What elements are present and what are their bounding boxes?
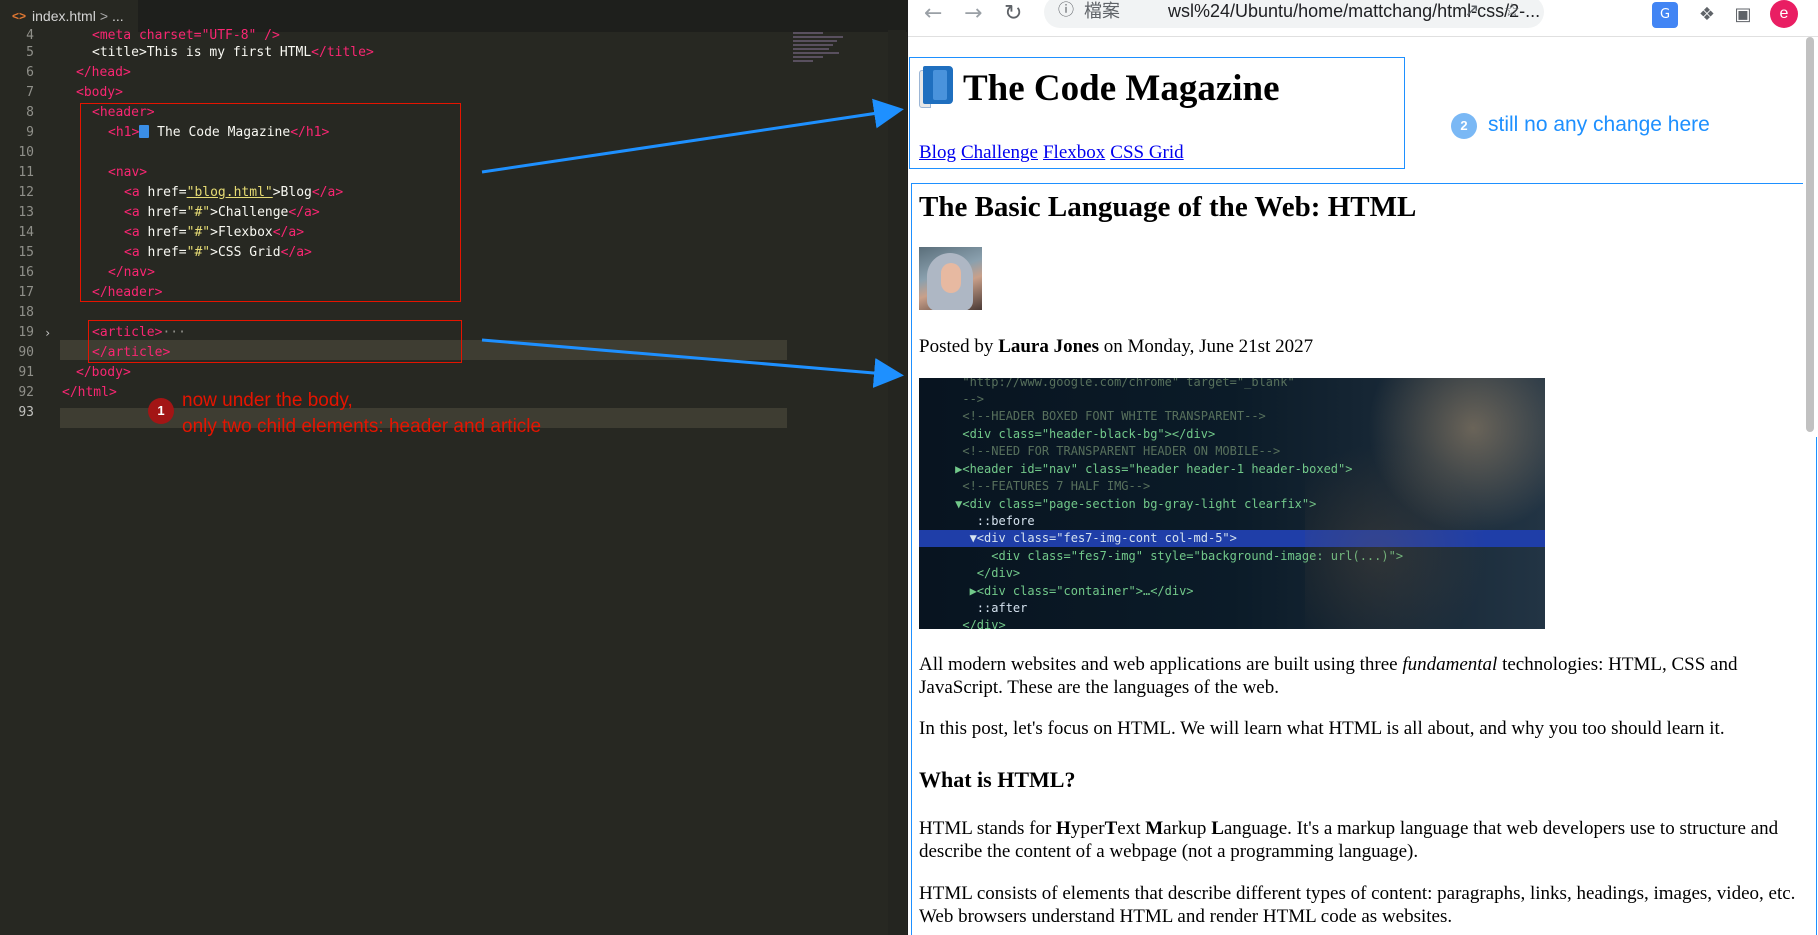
article-title: The Basic Language of the Web: HTML [919, 191, 1417, 223]
info-icon[interactable]: ⓘ [1058, 0, 1074, 26]
image-bokeh [1305, 378, 1545, 629]
line-number: 6 [26, 65, 34, 80]
code-line[interactable]: 5 <title>This is my first HTML</title> [0, 43, 907, 63]
p1-emphasis: fundamental [1402, 654, 1498, 675]
book-icon [919, 66, 953, 108]
code-text: This is my first HTML [146, 45, 312, 60]
line-number: 12 [18, 185, 34, 200]
code-line[interactable]: 6 </head> [0, 63, 907, 83]
article-code-image: "http://www.google.com/chrome" target="_… [919, 378, 1545, 629]
line-number: 93 [18, 405, 34, 420]
code-tag: </body> [76, 365, 131, 380]
breadcrumb-more[interactable]: ... [112, 8, 124, 24]
nav-link-css-grid[interactable]: CSS Grid [1110, 142, 1183, 163]
line-number: 18 [18, 305, 34, 320]
annotation-line: only two child elements: header and arti… [182, 416, 542, 437]
code-tag: <body> [76, 85, 123, 100]
reload-icon[interactable]: ↻ [1004, 0, 1022, 28]
line-number: 17 [18, 285, 34, 300]
editor-scrollbar[interactable] [888, 30, 906, 935]
author-name: Laura Jones [998, 336, 1100, 357]
line-number: 15 [18, 245, 34, 260]
profile-avatar[interactable]: e [1770, 0, 1798, 28]
address-bar[interactable]: ⓘ 檔案 wsl%24/Ubuntu/home/mattchang/html-c… [1044, 0, 1544, 28]
star-icon[interactable]: ☆ [1499, 0, 1525, 24]
rendered-page: The Code Magazine Blog Challenge Flexbox CS… [908, 37, 1818, 935]
line-number: 14 [18, 225, 34, 240]
note-badge-2: 2 [1451, 113, 1477, 139]
code-tag: </title> [311, 45, 374, 60]
header-highlight-box [80, 103, 461, 302]
minimap[interactable] [793, 30, 885, 80]
line-number: 8 [26, 105, 34, 120]
line-number: 16 [18, 265, 34, 280]
line-number: 5 [26, 45, 34, 60]
fold-chevron-icon[interactable]: › [44, 323, 51, 343]
annotation-line: now under the body, [182, 390, 353, 411]
paragraph-4: HTML consists of elements that describe … [919, 883, 1796, 927]
line-number: 91 [18, 365, 34, 380]
share-icon[interactable]: ↗ [1459, 0, 1485, 24]
url-scheme-label: 檔案 [1084, 1, 1120, 21]
extensions-icon[interactable]: ❖ [1694, 2, 1720, 28]
line-number: 11 [18, 165, 34, 180]
page-header-title: The Code Magazine [919, 64, 1280, 114]
p1-text: All modern websites and web applications… [919, 654, 1403, 675]
posted-prefix: Posted by [919, 336, 999, 357]
page-nav: Blog Challenge Flexbox CSS Grid [919, 140, 1189, 166]
translate-icon[interactable]: G [1652, 2, 1678, 28]
line-number: 92 [18, 385, 34, 400]
line-number: 10 [18, 145, 34, 160]
browser-scrollbar[interactable] [1803, 37, 1818, 437]
back-arrow-icon[interactable]: ← [924, 0, 942, 28]
breadcrumb-separator: > [99, 8, 109, 24]
post-meta: Posted by Laura Jones on Monday, June 21… [919, 334, 1313, 360]
posted-date: on Monday, June 21st 2027 [1099, 336, 1314, 357]
code-tag: </head> [76, 65, 131, 80]
note-badge-1: 1 [148, 398, 174, 424]
browser-window: ← → ↻ ⓘ 檔案 wsl%24/Ubuntu/home/mattchang/… [908, 0, 1818, 935]
tab-label: index.html [32, 8, 96, 24]
author-avatar [919, 247, 982, 310]
code-tag: </html> [62, 385, 117, 400]
line-number: 13 [18, 205, 34, 220]
browser-toolbar: ← → ↻ ⓘ 檔案 wsl%24/Ubuntu/home/mattchang/… [908, 0, 1818, 37]
line-number: 90 [18, 345, 34, 360]
article-highlight-box [88, 320, 462, 363]
code-tag: <title> [92, 45, 147, 60]
code-editor: <> index.html > ... 4 <meta charset="UTF-… [0, 0, 907, 935]
forward-arrow-icon[interactable]: → [964, 0, 982, 28]
code-line[interactable]: 7 <body> [0, 83, 907, 103]
section-heading: What is HTML? [919, 767, 1076, 792]
sidepanel-icon[interactable]: ▣ [1730, 2, 1756, 28]
annotation-note-2: still no any change here [1488, 113, 1710, 136]
nav-link-challenge[interactable]: Challenge [961, 142, 1038, 163]
nav-link-blog[interactable]: Blog [919, 142, 956, 163]
nav-link-flexbox[interactable]: Flexbox [1043, 142, 1105, 163]
html-file-icon: <> [12, 9, 27, 23]
line-number: 9 [26, 125, 34, 140]
header-title-text: The Code Magazine [963, 68, 1280, 109]
paragraph-3: HTML stands for HyperText Markup Languag… [919, 818, 1779, 862]
code-line[interactable]: 91 </body> [0, 363, 907, 383]
paragraph-2: In this post, let's focus on HTML. We wi… [919, 718, 1725, 739]
line-number: 7 [26, 85, 34, 100]
annotation-note-1: now under the body, only two child eleme… [182, 388, 541, 440]
paragraph-1: All modern websites and web applications… [919, 653, 1799, 699]
line-number: 19 [18, 325, 34, 340]
